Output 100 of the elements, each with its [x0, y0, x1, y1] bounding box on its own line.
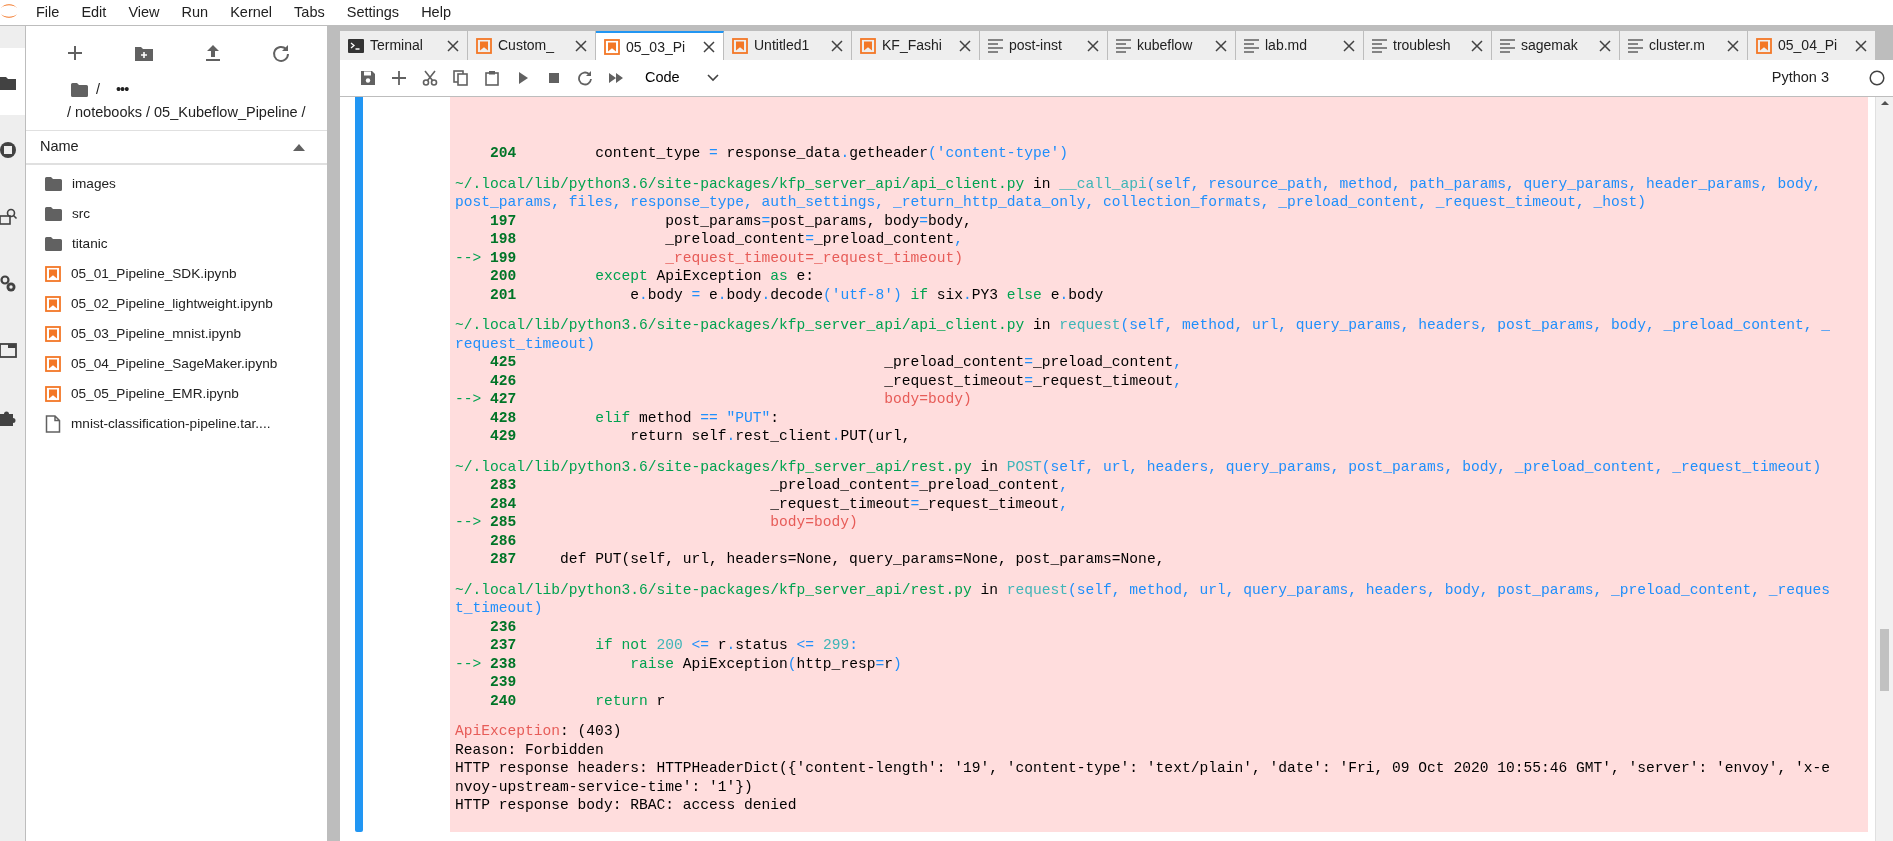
text-file-icon: [1372, 38, 1387, 53]
directory-listing-row[interactable]: src: [26, 199, 327, 229]
notebook-icon: [45, 266, 61, 282]
traceback-line: 425 _preload_content=_preload_content,: [489, 353, 1183, 372]
menu-item[interactable]: Tabs: [294, 0, 325, 27]
close-icon[interactable]: [1343, 39, 1355, 52]
close-icon[interactable]: [1727, 39, 1739, 52]
menu-item[interactable]: Kernel: [230, 0, 273, 27]
menu-item[interactable]: Help: [421, 0, 451, 27]
copy-icon[interactable]: [452, 70, 469, 86]
document-tab[interactable]: cluster.m: [1620, 31, 1748, 60]
text-file-icon: [988, 38, 1003, 53]
close-icon[interactable]: [1855, 39, 1867, 52]
fast-forward-icon[interactable]: [607, 70, 624, 86]
traceback-line: ~/.local/lib/python3.6/site-packages/kfp_server_api/api_client.py in __call_api(self, resource_path, method, path_params, query_params, header_params, body,: [455, 174, 1823, 193]
document-tab[interactable]: lab.md: [1236, 31, 1364, 60]
cell-type-dropdown[interactable]: Code: [635, 64, 723, 92]
caret-icon: [707, 74, 719, 82]
activity-tab[interactable]: [0, 48, 25, 115]
document-tab[interactable]: post-inst: [980, 31, 1108, 60]
traceback-line: --> 238 raise ApiException(http_resp=r): [455, 654, 903, 673]
notebook-icon: [1756, 37, 1772, 54]
traceback-line: 201 e.body = e.body.decode('utf-8') if six.PY3 else e.body: [489, 285, 1105, 304]
traceback-line: HTTP response body: RBAC: access denied: [455, 796, 798, 815]
close-icon[interactable]: [575, 39, 587, 52]
text-file-icon: [1244, 38, 1259, 53]
menu-item[interactable]: Settings: [346, 0, 400, 27]
close-icon[interactable]: [1087, 39, 1099, 52]
breadcrumb-path[interactable]: / notebooks / 05_Kubeflow_Pipeline /: [67, 101, 317, 124]
traceback-line: request_timeout): [455, 334, 597, 353]
save-icon[interactable]: [359, 70, 376, 86]
close-icon[interactable]: [703, 41, 715, 53]
document-tab[interactable]: Untitled1: [724, 31, 852, 60]
file-icon: [45, 415, 61, 433]
directory-listing-row[interactable]: 05_03_Pipeline_mnist.ipynb: [26, 319, 327, 349]
scrollbar[interactable]: [1875, 97, 1893, 841]
document-tab[interactable]: Terminal: [340, 31, 468, 60]
notebook-icon: [45, 326, 61, 342]
scissors-icon[interactable]: [421, 70, 438, 86]
directory-listing-row[interactable]: 05_01_Pipeline_SDK.ipynb: [26, 259, 327, 289]
menu-item[interactable]: View: [128, 0, 160, 27]
paste-icon[interactable]: [483, 70, 500, 86]
menu-item[interactable]: File: [36, 0, 60, 27]
directory-listing-row[interactable]: 05_05_Pipeline_EMR.ipynb: [26, 379, 327, 409]
traceback-line: 240 return r: [489, 691, 667, 710]
traceback-line: 426 _request_timeout=_request_timeout,: [489, 371, 1183, 390]
column-header[interactable]: Name: [40, 136, 79, 158]
traceback-line: 197 post_params=post_params, body=body,: [489, 211, 973, 230]
directory-listing-row[interactable]: 05_04_Pipeline_SageMaker.ipynb: [26, 349, 327, 379]
traceback-line: 284 _request_timeout=_request_timeout,: [489, 494, 1070, 513]
notebook-icon: [45, 296, 61, 312]
kernel-name[interactable]: Python 3: [1771, 67, 1829, 89]
traceback-line: ~/.local/lib/python3.6/site-packages/kfp_server_api/rest.py in POST(self, url, headers, query_params, post_params, body, _preload_content, _request_timeout): [455, 457, 1823, 476]
directory-listing-row[interactable]: 05_02_Pipeline_lightweight.ipynb: [26, 289, 327, 319]
inspector-icon: [0, 206, 18, 225]
breadcrumb-more[interactable]: •••: [116, 78, 129, 101]
text-file-icon: [1116, 38, 1131, 53]
traceback-line: --> 427 body=body): [455, 390, 973, 409]
document-tab[interactable]: sagemak: [1492, 31, 1620, 60]
traceback-line: 286: [489, 531, 518, 550]
document-tab[interactable]: Custom_: [468, 31, 596, 60]
traceback-line: 236: [489, 617, 518, 636]
notebook-icon: [860, 37, 876, 54]
folder-icon: [45, 177, 62, 191]
traceback-line: 204 content_type = response_data.getheader('content-type'): [489, 144, 1070, 163]
document-tab[interactable]: 05_03_Pi: [596, 31, 724, 60]
directory-listing-row[interactable]: titanic: [26, 229, 327, 259]
traceback-line: Reason: Forbidden: [455, 740, 605, 759]
restart-icon[interactable]: [576, 70, 593, 86]
scrollbar-thumb[interactable]: [1880, 629, 1889, 691]
close-icon[interactable]: [959, 39, 971, 52]
notebook-icon: [732, 37, 748, 54]
menu-item[interactable]: Edit: [81, 0, 107, 27]
breadcrumb-link[interactable]: /: [96, 78, 101, 101]
close-icon[interactable]: [447, 39, 459, 52]
directory-listing-row[interactable]: mnist-classification-pipeline.tar....: [26, 409, 327, 439]
traceback-line: --> 199 _request_timeout=_request_timeout): [455, 248, 964, 267]
menu-item[interactable]: Run: [181, 0, 209, 27]
folder-icon[interactable]: [71, 82, 88, 97]
traceback-line: ~/.local/lib/python3.6/site-packages/kfp_server_api/api_client.py in request(self, method, url, query_params, headers, post_params, body, _preload_content, _: [455, 316, 1831, 335]
close-icon[interactable]: [1215, 39, 1227, 52]
text-file-icon: [1628, 38, 1643, 53]
close-icon[interactable]: [1471, 39, 1483, 52]
close-icon[interactable]: [831, 39, 843, 52]
traceback-line: --> 285 body=body): [455, 513, 859, 532]
document-tab[interactable]: troublesh: [1364, 31, 1492, 60]
traceback-line: 287 def PUT(self, url, headers=None, query_params=None, post_params=None,: [489, 550, 1166, 569]
notebook-icon: [45, 356, 61, 372]
traceback-line: 239: [489, 673, 518, 692]
traceback-line: 428 elif method == "PUT":: [489, 408, 781, 427]
close-icon[interactable]: [1599, 39, 1611, 52]
directory-listing-row[interactable]: images: [26, 169, 327, 199]
tabs-icon: [0, 340, 18, 359]
document-tab[interactable]: kubeflow: [1108, 31, 1236, 60]
document-tab[interactable]: 05_04_Pi: [1748, 31, 1876, 60]
kernel-status-icon: [1869, 70, 1885, 86]
document-tab[interactable]: KF_Fashi: [852, 31, 980, 60]
traceback-line: HTTP response headers: HTTPHeaderDict({'content-length': '19', 'content-type': 'text/plain', 'date': 'Fri, 09 Oct 2020 10:55:46 GMT', 'server': 'envoy', 'x-e: [455, 759, 1831, 778]
traceback-line: nvoy-upstream-service-time': '1'}): [455, 777, 754, 796]
plus-icon[interactable]: [390, 70, 407, 86]
